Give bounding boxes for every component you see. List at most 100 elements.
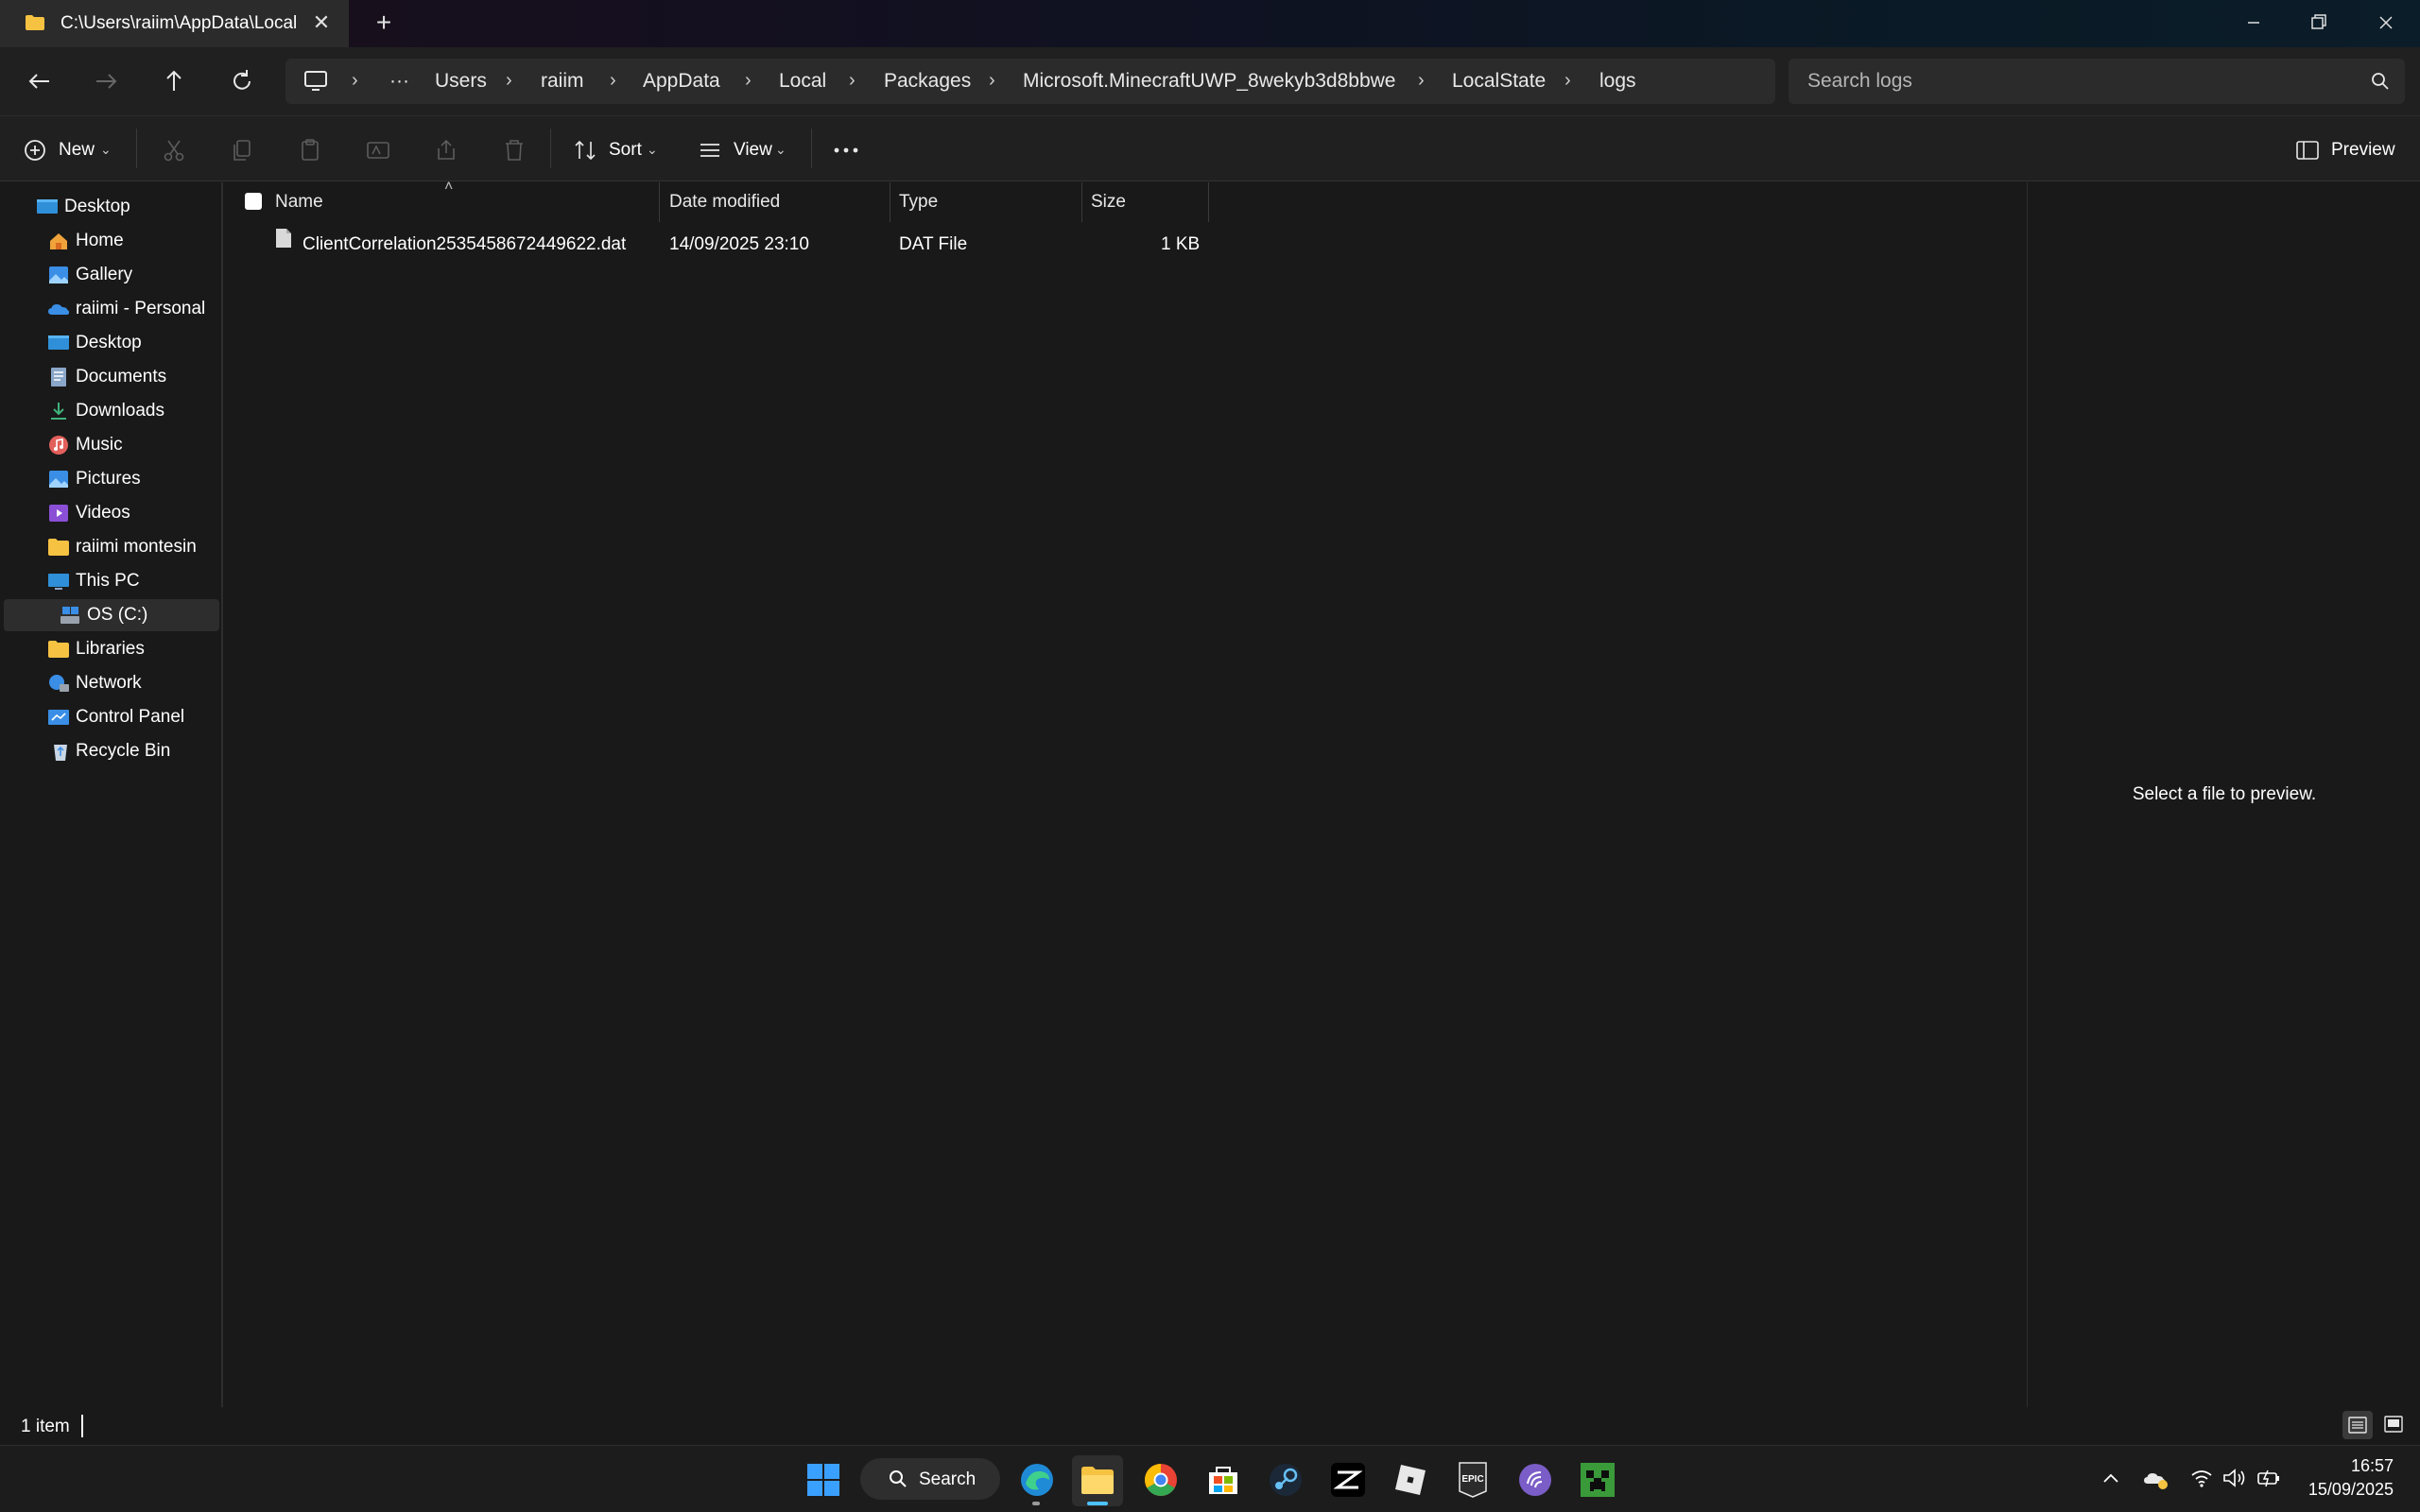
breadcrumb-packages[interactable]: Packages xyxy=(884,70,971,93)
sidebar-item-network[interactable]: Network xyxy=(0,667,221,699)
sidebar-item-downloads[interactable]: Downloads xyxy=(0,395,221,427)
sort-icon[interactable] xyxy=(573,138,597,163)
sidebar-item-gallery[interactable]: Gallery xyxy=(0,259,221,291)
column-header-size[interactable]: Size xyxy=(1091,192,1126,213)
search-input[interactable]: Search logs xyxy=(1807,70,1912,93)
sidebar-item-this-pc[interactable]: This PC xyxy=(0,565,221,597)
start-icon[interactable] xyxy=(804,1461,842,1499)
sort-button[interactable]: Sort xyxy=(609,140,642,161)
epic-games-icon[interactable]: EPIC xyxy=(1454,1461,1492,1499)
chevron-right-icon[interactable]: › xyxy=(1418,70,1425,92)
new-tab-button[interactable]: + xyxy=(371,9,397,37)
column-divider[interactable] xyxy=(1208,182,1209,222)
breadcrumb-users[interactable]: Users xyxy=(435,70,487,93)
volume-icon[interactable] xyxy=(2221,1467,2248,1489)
chevron-right-icon[interactable]: › xyxy=(610,70,616,92)
sidebar-item-control-panel[interactable]: Control Panel xyxy=(0,701,221,733)
breadcrumb-minecraft-package[interactable]: Microsoft.MinecraftUWP_8wekyb3d8bbwe xyxy=(1023,70,1396,93)
delete-icon[interactable] xyxy=(501,137,527,163)
file-explorer-icon[interactable] xyxy=(1079,1461,1116,1499)
minimize-button[interactable] xyxy=(2235,8,2273,38)
taskbar-search-label: Search xyxy=(919,1469,977,1489)
chevron-right-icon[interactable]: › xyxy=(989,70,995,92)
chevron-right-icon[interactable]: › xyxy=(1564,70,1571,92)
sidebar-item-recycle-bin[interactable]: Recycle Bin xyxy=(0,735,221,767)
breadcrumb-local[interactable]: Local xyxy=(779,70,826,93)
clock-date[interactable]: 15/09/2025 xyxy=(2308,1480,2394,1500)
column-divider[interactable] xyxy=(659,182,660,222)
more-options-icon[interactable] xyxy=(832,142,860,159)
chevron-down-icon[interactable]: ⌄ xyxy=(100,142,112,158)
breadcrumb-localstate[interactable]: LocalState xyxy=(1452,70,1546,93)
breadcrumb-overflow[interactable]: ··· xyxy=(389,70,409,93)
column-header-name[interactable]: Name xyxy=(275,192,323,213)
search-box[interactable]: Search logs xyxy=(1789,59,2405,104)
close-window-button[interactable] xyxy=(2367,8,2405,38)
view-button[interactable]: View xyxy=(734,140,772,161)
copy-icon[interactable] xyxy=(229,137,255,163)
tab-current[interactable]: C:\Users\raiim\AppData\Local ✕ xyxy=(0,0,349,47)
documents-icon xyxy=(51,368,66,387)
sidebar-item-desktop[interactable]: Desktop xyxy=(0,327,221,359)
close-tab-icon[interactable]: ✕ xyxy=(310,11,333,34)
chevron-up-icon[interactable] xyxy=(2100,1469,2121,1489)
toolbar-divider xyxy=(136,129,137,168)
sidebar-item-libraries[interactable]: Libraries xyxy=(0,633,221,665)
sidebar-item-onedrive[interactable]: raiimi - Personal xyxy=(0,293,221,325)
computer-icon[interactable] xyxy=(302,69,331,94)
paste-icon[interactable] xyxy=(297,137,323,163)
tiles-view-button[interactable] xyxy=(2378,1411,2409,1439)
bittorrent-icon[interactable] xyxy=(1516,1461,1554,1499)
chevron-right-icon[interactable]: › xyxy=(849,70,856,92)
steam-icon[interactable] xyxy=(1267,1461,1305,1499)
chrome-icon[interactable] xyxy=(1142,1461,1180,1499)
sidebar-item-home[interactable]: Home xyxy=(0,225,221,257)
column-header-type[interactable]: Type xyxy=(899,192,938,213)
wifi-icon[interactable] xyxy=(2189,1467,2214,1489)
sidebar-item-documents[interactable]: Documents xyxy=(0,361,221,393)
search-icon[interactable] xyxy=(2371,72,2390,91)
restore-button[interactable] xyxy=(2299,8,2337,38)
sidebar-item-pictures[interactable]: Pictures xyxy=(0,463,221,495)
cut-icon[interactable] xyxy=(161,137,187,163)
edge-icon[interactable] xyxy=(1018,1461,1056,1499)
details-view-button[interactable] xyxy=(2342,1411,2373,1439)
preview-pane-icon[interactable] xyxy=(2295,139,2320,162)
taskbar-search[interactable]: Search xyxy=(860,1458,1000,1500)
preview-button[interactable]: Preview xyxy=(2331,140,2395,161)
breadcrumb-appdata[interactable]: AppData xyxy=(643,70,720,93)
select-all-checkbox[interactable] xyxy=(244,192,263,211)
rename-icon[interactable] xyxy=(365,137,391,163)
breadcrumb-logs[interactable]: logs xyxy=(1599,70,1636,93)
refresh-icon xyxy=(233,70,251,90)
breadcrumb-raiim[interactable]: raiim xyxy=(541,70,584,93)
sidebar-item-os-c[interactable]: OS (C:) xyxy=(4,599,219,631)
new-button[interactable]: New xyxy=(59,140,95,161)
chevron-down-icon[interactable]: ⌄ xyxy=(647,142,658,158)
clock-time[interactable]: 16:57 xyxy=(2351,1456,2394,1476)
sidebar-item-videos[interactable]: Videos xyxy=(0,497,221,529)
up-button[interactable] xyxy=(155,64,193,98)
view-icon[interactable] xyxy=(698,138,722,163)
sidebar-item-raiimi-montesin[interactable]: raiimi montesin xyxy=(0,531,221,563)
sidebar-item-music[interactable]: Music xyxy=(0,429,221,461)
sidebar-item-desktop-root[interactable]: Desktop xyxy=(0,191,221,223)
column-header-date-modified[interactable]: Date modified xyxy=(669,192,780,213)
forward-button[interactable] xyxy=(87,64,125,98)
chevron-down-icon[interactable]: ⌄ xyxy=(775,142,786,158)
new-plus-icon[interactable] xyxy=(23,138,47,163)
share-icon[interactable] xyxy=(433,137,459,163)
roblox-icon[interactable] xyxy=(1392,1461,1429,1499)
back-button[interactable] xyxy=(21,64,59,98)
store-icon[interactable] xyxy=(1204,1461,1242,1499)
capcut-icon[interactable] xyxy=(1329,1461,1367,1499)
chevron-right-icon[interactable]: › xyxy=(745,70,752,92)
onedrive-tray-icon[interactable] xyxy=(2142,1467,2170,1491)
chevron-right-icon[interactable]: › xyxy=(352,70,358,92)
minecraft-icon[interactable] xyxy=(1579,1461,1616,1499)
chevron-right-icon[interactable]: › xyxy=(506,70,512,92)
battery-icon[interactable] xyxy=(2256,1467,2282,1489)
refresh-button[interactable] xyxy=(223,64,261,98)
file-name[interactable]: ClientCorrelation2535458672449622.dat xyxy=(302,234,626,255)
column-divider[interactable] xyxy=(1081,182,1082,222)
